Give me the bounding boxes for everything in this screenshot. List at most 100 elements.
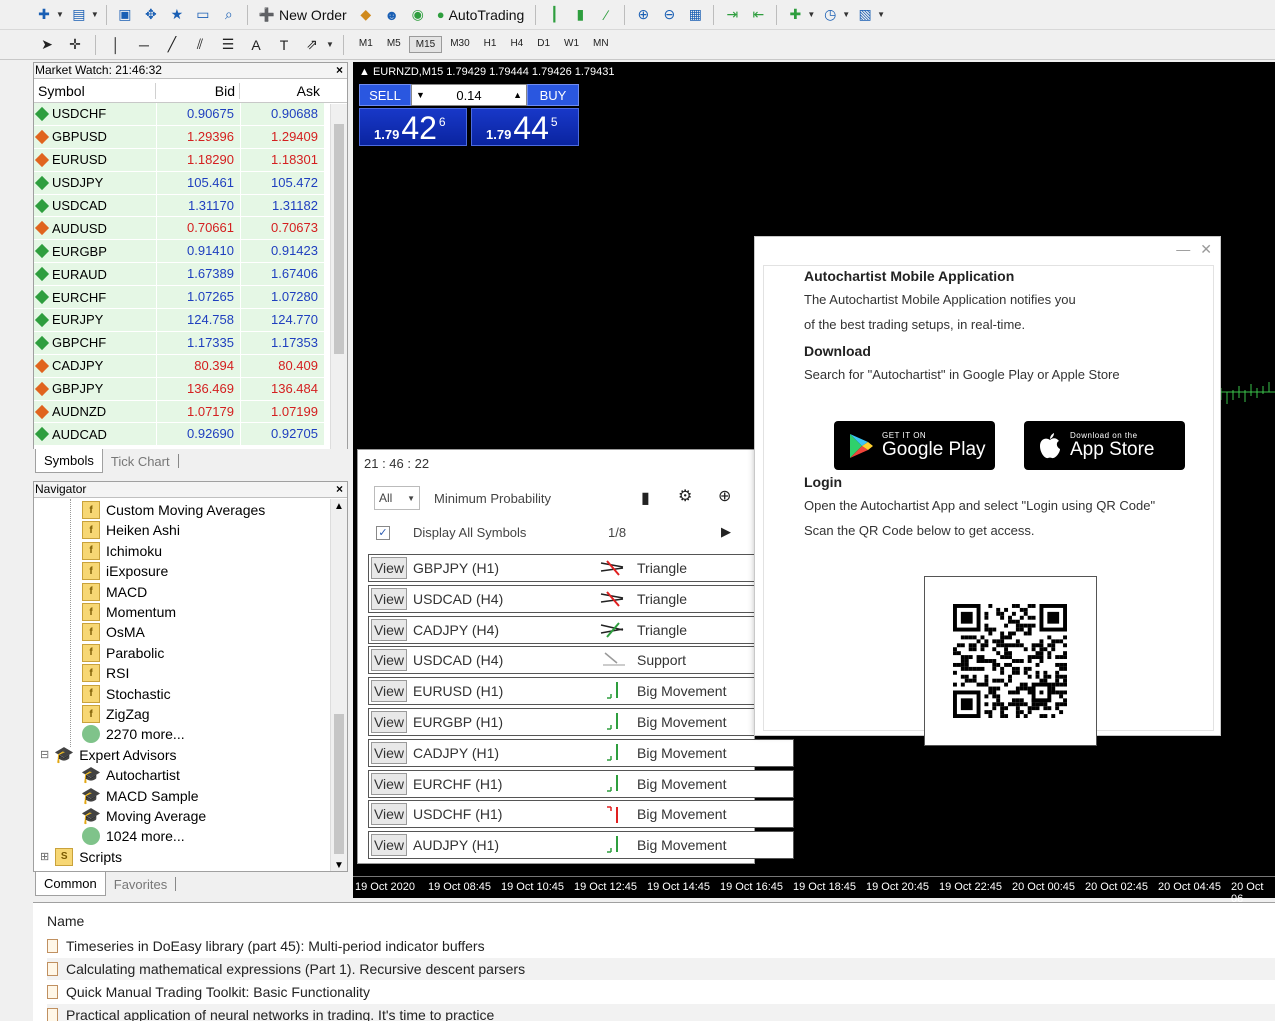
cursor-icon[interactable]: ➤ <box>36 34 58 56</box>
market-watch-row[interactable]: GBPJPY 136.469 136.484 <box>34 377 347 401</box>
minimize-icon[interactable]: — <box>1176 241 1190 258</box>
tab-tick-chart[interactable]: Tick Chart <box>103 450 178 473</box>
navigator-indicator-item[interactable]: f RSI <box>82 663 129 683</box>
timeframe-h4-button[interactable]: H4 <box>504 36 529 53</box>
market-watch-row[interactable]: USDJPY 105.461 105.472 <box>34 171 347 195</box>
line-chart-icon[interactable]: ∕ <box>595 4 617 26</box>
view-button[interactable]: View <box>371 587 407 610</box>
periods-icon[interactable]: ◷ <box>819 4 841 26</box>
scrollbar-thumb[interactable] <box>334 124 344 354</box>
collapse-icon[interactable]: ⊟ <box>40 748 49 761</box>
navigator-expert-advisors[interactable]: ⊟ 🎓 Expert Advisors <box>40 745 176 765</box>
scanner-result-row[interactable]: View USDCHF (H1) Big Movement <box>368 800 794 829</box>
horizontal-line-icon[interactable]: ─ <box>133 34 155 56</box>
text-icon[interactable]: A <box>245 34 267 56</box>
text-label-icon[interactable]: T <box>273 34 295 56</box>
lot-size-input[interactable]: ▼ 0.14 ▲ <box>411 84 527 106</box>
market-watch-row[interactable]: USDCHF 0.90675 0.90688 <box>34 103 347 126</box>
article-item[interactable]: Practical application of neural networks… <box>47 1004 1275 1021</box>
scanner-result-row[interactable]: View GBPJPY (H1) Triangle <box>368 554 794 582</box>
name-column-header[interactable]: Name <box>47 913 84 929</box>
scroll-up-icon[interactable]: ▲ <box>334 501 344 512</box>
market-icon[interactable]: ◉ <box>407 4 429 26</box>
market-watch-row[interactable]: EURCHF 1.07265 1.07280 <box>34 286 347 310</box>
view-button[interactable]: View <box>371 711 407 733</box>
navigator-more-indicators[interactable]: 2270 more... <box>82 724 185 744</box>
candlestick-icon[interactable]: ▮ <box>569 4 591 26</box>
bid-column-header[interactable]: Bid <box>156 82 240 99</box>
market-watch-row[interactable]: AUDNZD 1.07179 1.07199 <box>34 400 347 424</box>
metaeditor-icon[interactable]: ◆ <box>355 4 377 26</box>
navigator-indicator-item[interactable]: f Momentum <box>82 602 176 622</box>
scanner-result-row[interactable]: View USDCAD (H4) Support <box>368 646 794 675</box>
autotrading-button[interactable]: ● AutoTrading <box>433 3 529 27</box>
navigator-indicator-item[interactable]: f Heiken Ashi <box>82 520 180 540</box>
scanner-result-row[interactable]: View AUDJPY (H1) Big Movement <box>368 831 794 860</box>
arrows-icon[interactable]: ⇗ <box>301 34 323 56</box>
auto-scroll-icon[interactable]: ⇥ <box>721 4 743 26</box>
ask-column-header[interactable]: Ask <box>240 83 324 99</box>
tile-windows-icon[interactable]: ▦ <box>684 4 706 26</box>
view-button[interactable]: View <box>371 680 407 703</box>
market-watch-row[interactable]: GBPUSD 1.29396 1.29409 <box>34 125 347 149</box>
new-chart-icon[interactable]: ✚ <box>33 4 55 26</box>
navigator-indicator-item[interactable]: f ZigZag <box>82 704 150 724</box>
zoom-out-icon[interactable]: ⊖ <box>658 4 680 26</box>
view-button[interactable]: View <box>371 803 407 826</box>
scanner-result-row[interactable]: View EURGBP (H1) Big Movement <box>368 708 794 736</box>
scroll-down-icon[interactable]: ▼ <box>334 860 344 871</box>
scanner-result-row[interactable]: View EURCHF (H1) Big Movement <box>368 769 794 798</box>
tab-symbols[interactable]: Symbols <box>35 449 103 473</box>
chart-shift-icon[interactable]: ⇤ <box>747 4 769 26</box>
navigator-indicator-item[interactable]: f Custom Moving Averages <box>82 500 265 520</box>
close-icon[interactable]: ✕ <box>1200 241 1212 258</box>
buy-price-button[interactable]: 1.79 44 5 <box>471 108 579 146</box>
scanner-result-row[interactable]: View CADJPY (H4) Triangle <box>368 615 794 644</box>
signals-icon[interactable]: ☻ <box>381 4 403 26</box>
market-watch-icon[interactable]: ▣ <box>114 4 136 26</box>
article-item[interactable]: Calculating mathematical expressions (Pa… <box>47 958 1275 980</box>
navigator-indicator-item[interactable]: f MACD <box>82 582 147 602</box>
article-item[interactable]: Timeseries in DoEasy library (part 45): … <box>47 935 1275 957</box>
navigator-scrollbar[interactable]: ▲ ▼ <box>330 499 347 871</box>
buy-button[interactable]: BUY <box>527 84 579 106</box>
tab-common[interactable]: Common <box>35 872 106 896</box>
navigator-expert-item[interactable]: 🎓 Autochartist <box>81 765 180 785</box>
zoom-in-icon[interactable]: ⊕ <box>632 4 654 26</box>
fibonacci-icon[interactable]: ☰ <box>217 34 239 56</box>
google-play-button[interactable]: GET IT ON Google Play <box>834 421 995 470</box>
scanner-result-row[interactable]: View USDCAD (H4) Triangle <box>368 584 794 613</box>
lot-decrease-icon[interactable]: ▼ <box>416 90 425 100</box>
new-order-button[interactable]: ➕ New Order <box>255 3 351 27</box>
market-watch-row[interactable]: USDCAD 1.31170 1.31182 <box>34 194 347 218</box>
equidistant-channel-icon[interactable]: ⫽ <box>189 34 211 56</box>
navigator-icon[interactable]: ★ <box>166 4 188 26</box>
indicators-icon[interactable]: ✚ <box>784 4 806 26</box>
data-window-icon[interactable]: ✥ <box>140 4 162 26</box>
article-item[interactable]: Quick Manual Trading Toolkit: Basic Func… <box>47 981 1275 1003</box>
navigator-indicator-item[interactable]: f Parabolic <box>82 643 164 663</box>
timeframe-m5-button[interactable]: M5 <box>381 36 407 53</box>
timeframe-w1-button[interactable]: W1 <box>558 36 585 53</box>
navigator-scripts[interactable]: ⊞ S Scripts <box>40 847 122 867</box>
scanner-result-row[interactable]: View CADJPY (H1) Big Movement <box>368 738 794 767</box>
market-watch-row[interactable]: EURJPY 124.758 124.770 <box>34 309 347 332</box>
navigator-indicator-item[interactable]: f Stochastic <box>82 684 171 704</box>
view-button[interactable]: View <box>371 618 407 641</box>
market-watch-row[interactable]: AUDUSD 0.70661 0.70673 <box>34 217 347 241</box>
timeframe-h1-button[interactable]: H1 <box>478 36 503 53</box>
scrollbar-thumb[interactable] <box>334 714 344 854</box>
navigator-expert-item[interactable]: 🎓 Moving Average <box>81 806 206 826</box>
close-icon[interactable]: × <box>336 63 343 78</box>
gear-icon[interactable]: ⚙ <box>678 486 692 506</box>
bookmark-icon[interactable]: ▮ <box>641 488 650 508</box>
view-button[interactable]: View <box>371 834 407 857</box>
profiles-icon[interactable]: ▤ <box>68 4 90 26</box>
sell-price-button[interactable]: 1.79 42 6 <box>359 108 467 146</box>
expand-icon[interactable]: ⊞ <box>40 850 49 863</box>
market-watch-row[interactable]: EURGBP 0.91410 0.91423 <box>34 240 347 264</box>
market-watch-row[interactable]: GBPCHF 1.17335 1.17353 <box>34 331 347 355</box>
view-button[interactable]: View <box>371 741 407 764</box>
timeframe-mn-button[interactable]: MN <box>587 36 615 53</box>
trendline-icon[interactable]: ╱ <box>161 34 183 56</box>
